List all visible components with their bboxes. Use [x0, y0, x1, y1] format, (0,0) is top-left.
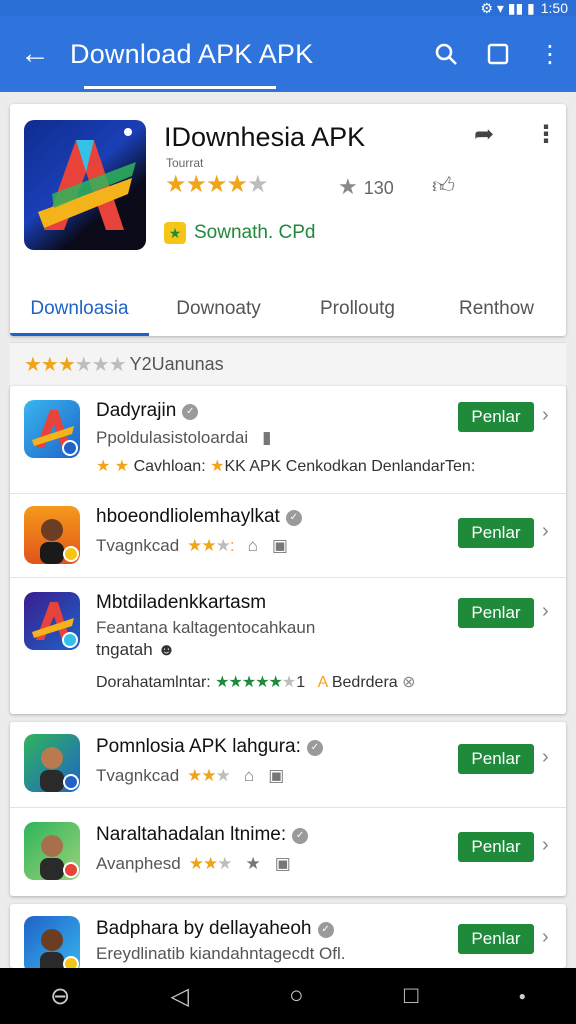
app-list-card: Badphara by dellayaheoh ✓ Ereydlinatib ki…	[10, 904, 566, 968]
verified-icon: ✓	[292, 828, 309, 844]
app-bar: ← Download APK APK ⋮	[0, 16, 576, 92]
title-underline	[84, 86, 276, 89]
app-subtitle-2: tngatah ☻	[96, 640, 176, 659]
tab-renthow[interactable]: Renthow	[427, 282, 566, 336]
app-subtitle: Tvagnkcad ★★★: ⌂ ▣	[96, 536, 288, 555]
rating-stars: ★★★★★	[165, 171, 269, 198]
chevron-right-icon[interactable]: ›	[542, 834, 549, 857]
list-item[interactable]: Pomnlosia APK lahgura: ✓ Tvagnkcad ★★★ ⌂ ▣ P…	[10, 722, 566, 808]
app-title: Mbtdiladenkkartasm	[96, 592, 267, 613]
back-triangle-icon[interactable]: ◁	[170, 982, 188, 1011]
install-button[interactable]: Penlar	[458, 518, 534, 548]
star-icon: ★	[338, 174, 358, 199]
app-title: Pomnlosia APK lahgura: ✓	[96, 736, 323, 758]
chevron-right-icon[interactable]: ›	[542, 926, 549, 949]
verified-icon: ✓	[306, 740, 323, 756]
app-subtitle: Avanphesd ★★★ ★ ▣	[96, 854, 291, 873]
back-arrow-icon[interactable]: ←	[0, 16, 70, 92]
tab-bar: Downloasia Downoaty Prolloutg Renthow	[10, 282, 566, 336]
home-icon: ⌂	[247, 536, 258, 555]
more-vert-icon[interactable]: ⋮	[524, 16, 576, 92]
app-developer: Ppoldulasistoloardai ▮	[96, 428, 272, 447]
install-button[interactable]: Penlar	[458, 924, 534, 954]
share-icon[interactable]: ➦	[474, 120, 494, 149]
emoji-icon: ☻	[157, 640, 176, 659]
status-time: 1:50	[540, 0, 568, 16]
list-item[interactable]: hboeondliolemhaylkat ✓ Tvagnkcad ★★★: ⌂ ▣ Pe…	[10, 494, 566, 578]
app-icon	[24, 822, 80, 880]
bookmark-icon: ▮	[262, 428, 272, 447]
app-title: Badphara by dellayaheoh ✓	[96, 918, 334, 940]
assistant-icon[interactable]: ⊖	[50, 982, 70, 1011]
dot-icon[interactable]: ●	[519, 989, 526, 1003]
square-icon[interactable]	[472, 16, 524, 92]
tab-prolloutg[interactable]: Prolloutg	[288, 282, 427, 336]
app-logo-icon	[24, 120, 146, 250]
app-title: Dadyrajin ✓	[96, 400, 199, 422]
app-title: hboeondliolemhaylkat ✓	[96, 506, 302, 528]
editors-badge: ★ Sownath. CPd	[164, 222, 315, 244]
briefcase-icon: ▣	[274, 854, 291, 873]
star-outline-icon: ★	[245, 854, 261, 873]
thumbs-up-icon[interactable]: 👍︎	[432, 172, 455, 199]
status-icons: ⚙ ▾ ▮▮ ▮	[480, 0, 535, 16]
briefcase-icon: ▣	[268, 766, 285, 785]
list-item[interactable]: Naraltahadalan ltnime: ✓ Avanphesd ★★★ ★ ▣ P…	[10, 808, 566, 896]
install-button[interactable]: Penlar	[458, 402, 534, 432]
app-subtitle: Feantana kaltagentocahkaun	[96, 618, 316, 637]
more-vert-icon[interactable]: ⋮	[534, 120, 558, 149]
chevron-right-icon[interactable]: ›	[542, 520, 549, 543]
verified-icon: ✓	[317, 922, 334, 938]
home-icon: ⌂	[243, 766, 255, 785]
app-name: IDownhesia APK	[164, 122, 366, 152]
app-title: Naraltahadalan ltnime: ✓	[96, 824, 309, 846]
logo-icon: A	[317, 674, 328, 691]
verified-icon: ✓	[285, 510, 302, 526]
chevron-right-icon[interactable]: ›	[542, 404, 549, 427]
install-button[interactable]: Penlar	[458, 598, 534, 628]
app-icon	[24, 734, 80, 792]
list-item[interactable]: Badphara by dellayaheoh ✓ Ereydlinatib ki…	[10, 904, 566, 968]
briefcase-icon: ▣	[271, 536, 288, 555]
status-bar: ⚙ ▾ ▮▮ ▮ 1:50	[0, 0, 576, 16]
install-button[interactable]: Penlar	[458, 832, 534, 862]
badge-icon: ★	[164, 222, 186, 244]
developer-name[interactable]: Tourrat	[166, 156, 203, 170]
recents-square-icon[interactable]: □	[404, 982, 419, 1010]
rating-summary-text: Y2Uanunas	[129, 354, 224, 374]
system-nav-bar: ⊖ ◁ ○ □ ●	[0, 968, 576, 1024]
app-header-card: IDownhesia APK Tourrat ★★★★★ ★ 130 👍︎ ★ So…	[10, 104, 566, 336]
tab-downoaty[interactable]: Downoaty	[149, 282, 288, 336]
app-list-card: Dadyrajin ✓ Ppoldulasistoloardai ▮ ★ ★ Cav…	[10, 386, 566, 714]
install-button[interactable]: Penlar	[458, 744, 534, 774]
rating-summary: ★★★★★★ Y2Uanunas	[10, 342, 566, 386]
verified-icon: ✓	[182, 404, 199, 420]
app-icon	[24, 506, 80, 564]
list-item[interactable]: Dadyrajin ✓ Ppoldulasistoloardai ▮ ★ ★ Cav…	[10, 386, 566, 494]
app-subtitle: Tvagnkcad ★★★ ⌂ ▣	[96, 766, 285, 785]
search-icon[interactable]	[420, 16, 472, 92]
rating-count: ★ 130	[338, 174, 394, 199]
app-bar-title: Download APK APK	[70, 38, 314, 69]
list-item[interactable]: Mbtdiladenkkartasm Feantana kaltagentoca…	[10, 578, 566, 714]
home-circle-icon[interactable]: ○	[289, 982, 304, 1010]
app-meta: Dorahatamlntar: ★★★★★★1 A Bedrdera ⊗	[96, 674, 416, 691]
summary-stars: ★★★★★★	[24, 354, 127, 376]
chevron-right-icon[interactable]: ›	[542, 746, 549, 769]
app-subtitle: Ereydlinatib kiandahntagecdt Ofl.	[96, 944, 346, 963]
app-icon	[24, 400, 80, 458]
app-meta: ★ ★ Cavhloan: ★KK APK Cenkodkan Denlanda…	[96, 458, 476, 475]
tab-downloasia[interactable]: Downloasia	[10, 282, 149, 336]
app-icon	[24, 592, 80, 650]
app-list-card: Pomnlosia APK lahgura: ✓ Tvagnkcad ★★★ ⌂ ▣ P…	[10, 722, 566, 896]
chevron-right-icon[interactable]: ›	[542, 600, 549, 623]
app-icon	[24, 916, 80, 968]
